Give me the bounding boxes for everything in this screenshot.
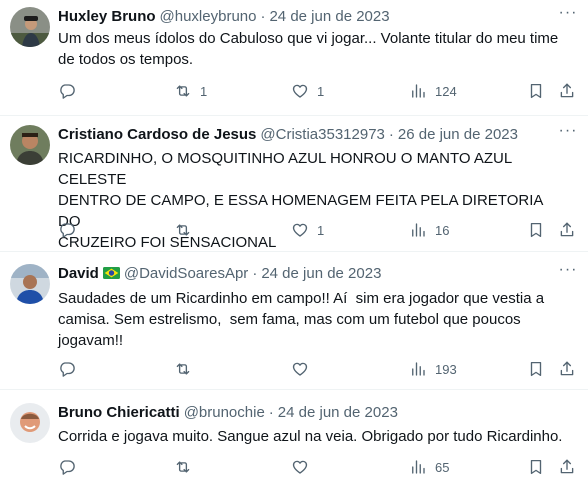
user-handle[interactable]: @huxleybruno [160,8,257,25]
bookmark-button[interactable] [527,456,545,478]
view-count: 124 [435,83,457,99]
retweet-icon [174,360,192,378]
retweet-icon [174,458,192,476]
views-icon [409,458,427,476]
user-handle[interactable]: @DavidSoaresApr [124,265,248,282]
view-count: 193 [435,361,457,377]
user-handle[interactable]: @brunochie [184,404,265,421]
tweet-date[interactable]: 26 de jun de 2023 [398,126,518,143]
tweet[interactable]: David @DavidSoaresApr · 24 de jun de 2023 ·… [0,252,588,390]
reply-button[interactable] [58,456,84,478]
views-icon [409,221,427,239]
like-button[interactable] [291,358,317,380]
views-icon [409,360,427,378]
brazil-flag-icon [102,267,120,279]
avatar[interactable] [10,125,50,165]
more-icon[interactable]: ··· [558,5,578,26]
display-name[interactable]: Bruno Chiericatti [58,404,180,421]
share-button[interactable] [558,219,576,241]
bookmark-icon [527,82,545,100]
like-count: 1 [317,83,325,99]
reply-button[interactable] [58,358,84,380]
view-count: 65 [435,459,450,475]
views-button[interactable]: 193 [409,358,457,380]
views-icon [409,82,427,100]
reply-icon [58,82,76,100]
views-button[interactable]: 65 [409,456,449,478]
like-icon [291,221,309,239]
share-icon [558,221,576,239]
retweet-count: 1 [200,83,208,99]
avatar[interactable] [10,264,50,304]
like-count: 1 [317,222,325,238]
share-icon [558,82,576,100]
like-icon [291,360,309,378]
bookmark-button[interactable] [527,219,545,241]
tweet-text: Saudades de um Ricardinho em campo!! Aí … [58,290,545,349]
share-icon [558,360,576,378]
avatar[interactable] [10,7,50,47]
share-icon [558,458,576,476]
retweet-button[interactable] [174,456,200,478]
more-icon[interactable]: ··· [558,262,578,283]
bookmark-button[interactable] [527,358,545,380]
reply-icon [58,221,76,239]
bookmark-icon [527,458,545,476]
avatar[interactable] [10,403,50,443]
separator: · [252,265,258,282]
like-icon [291,82,309,100]
separator: · [268,404,274,421]
like-icon [291,458,309,476]
tweet[interactable]: Cristiano Cardoso de Jesus @Cristia353129… [0,116,588,252]
reply-button[interactable] [58,219,84,241]
share-button[interactable] [558,456,576,478]
tweet-date[interactable]: 24 de jun de 2023 [269,8,389,25]
like-button[interactable] [291,456,317,478]
more-icon[interactable]: ··· [558,123,578,144]
retweet-button[interactable] [174,219,200,241]
display-name[interactable]: Huxley Bruno [58,8,156,25]
separator: · [388,126,394,143]
reply-button[interactable] [58,80,84,102]
display-name[interactable]: David [58,265,99,282]
user-handle[interactable]: @Cristia35312973 [260,126,384,143]
tweet[interactable]: Bruno Chiericatti @brunochie · 24 de jun de… [0,390,588,488]
bookmark-button[interactable] [527,80,545,102]
retweet-button[interactable] [174,358,200,380]
retweet-icon [174,82,192,100]
views-button[interactable]: 124 [409,80,457,102]
view-count: 16 [435,222,450,238]
retweet-button[interactable]: 1 [174,80,207,102]
reply-icon [58,360,76,378]
views-button[interactable]: 16 [409,219,449,241]
share-button[interactable] [558,358,576,380]
tweet[interactable]: Huxley Bruno @huxleybruno · 24 de jun de 20… [0,0,588,116]
retweet-icon [174,221,192,239]
reply-icon [58,458,76,476]
like-button[interactable]: 1 [291,219,324,241]
bookmark-icon [527,360,545,378]
display-name[interactable]: Cristiano Cardoso de Jesus [58,126,256,143]
separator: · [260,8,266,25]
tweet-text: Corrida e jogava muito. Sangue azul na v… [58,428,563,445]
like-button[interactable]: 1 [291,80,324,102]
share-button[interactable] [558,80,576,102]
tweet-date[interactable]: 24 de jun de 2023 [261,265,381,282]
tweet-date[interactable]: 24 de jun de 2023 [278,404,398,421]
tweet-text: Um dos meus ídolos do Cabuloso que vi jo… [58,30,559,68]
bookmark-icon [527,221,545,239]
